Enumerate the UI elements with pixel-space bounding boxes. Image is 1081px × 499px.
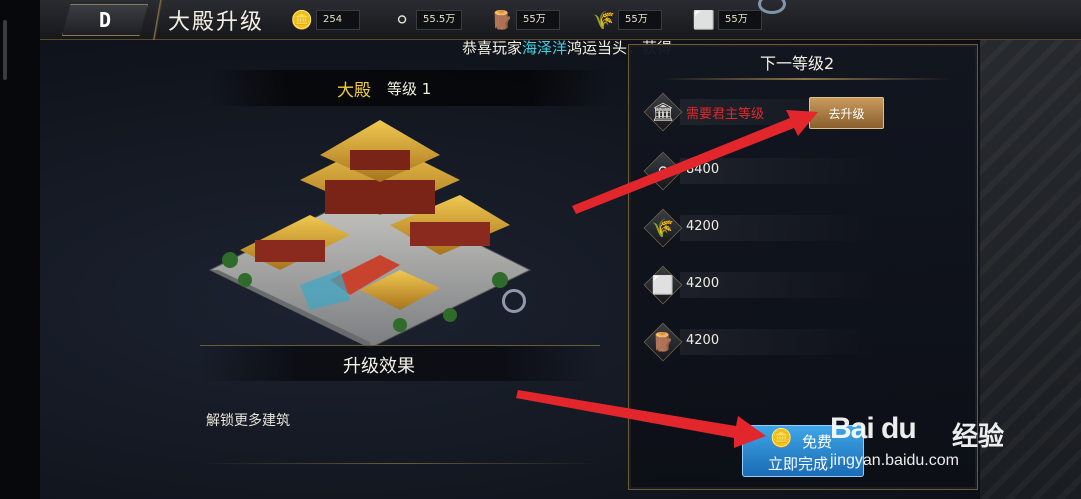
screen-edge <box>0 0 40 499</box>
resource-value: 55万 <box>718 10 762 30</box>
resource-value: 55万 <box>618 10 662 30</box>
requirement-row: ⚪ 8400 <box>643 151 880 191</box>
requirement-text: 8400 <box>686 162 720 177</box>
divider <box>200 463 600 464</box>
resource-value: 55万 <box>516 10 560 30</box>
iron-icon: ⬜ <box>692 9 716 31</box>
resource-wood[interactable]: 🪵 55万 <box>488 7 560 33</box>
resource-value: 55.5万 <box>416 10 463 30</box>
lord-level-icon: 🏛 <box>651 101 675 123</box>
gold-ingot-icon: 🪙 <box>290 9 314 31</box>
effect-title: 升级效果 <box>343 356 415 377</box>
loading-spinner-icon <box>758 0 786 14</box>
resource-food[interactable]: 🌾 55万 <box>590 7 662 33</box>
resource-value: 254 <box>316 10 360 30</box>
back-icon: D <box>98 8 112 32</box>
panel-divider <box>660 78 950 80</box>
page-title: 大殿升级 <box>168 10 265 35</box>
requirement-row: ⬜ 4200 <box>643 265 880 305</box>
iron-icon: ⬜ <box>651 274 675 296</box>
resource-silver[interactable]: ⚪ 55.5万 <box>388 7 463 33</box>
panel-title: 下一等级2 <box>760 54 835 73</box>
watermark-cn: 经验 <box>952 422 1005 452</box>
requirement-text: 4200 <box>686 276 720 291</box>
edge-handle <box>3 20 7 80</box>
notice-player[interactable]: 海泽洋 <box>522 39 567 57</box>
food-icon: 🌾 <box>651 217 675 239</box>
palace-illustration <box>208 120 532 349</box>
silver-icon: ⚪ <box>655 160 671 182</box>
building-level: 等级 1 <box>387 80 432 98</box>
requirement-text: 需要君主等级 <box>686 107 765 122</box>
effect-description: 解锁更多建筑 <box>206 413 290 429</box>
gold-ingot-icon: 🪙 <box>770 428 793 449</box>
requirement-row: 🌾 4200 <box>643 208 880 248</box>
touch-indicator-icon <box>502 289 526 313</box>
go-upgrade-button[interactable]: 去升级 <box>809 97 884 129</box>
requirement-row: 🪵 4200 <box>643 322 880 362</box>
wood-icon: 🪵 <box>490 9 514 31</box>
back-button[interactable]: D <box>62 4 148 36</box>
building-name: 大殿 <box>337 81 371 101</box>
top-bar: D 大殿升级 🪙 254 ⚪ 55.5万 🪵 55万 🌾 55万 ⬜ 55万 <box>40 0 1081 40</box>
baidu-logo: Bai du <box>830 412 917 445</box>
silver-coin-icon: ⚪ <box>394 9 410 31</box>
finish-free-label: 免费 <box>802 433 833 451</box>
finish-label: 立即完成 <box>768 455 829 473</box>
resource-gold[interactable]: 🪙 254 <box>288 7 360 33</box>
title-divider <box>152 0 164 40</box>
food-icon: 🌾 <box>592 9 616 31</box>
resource-iron[interactable]: ⬜ 55万 <box>690 7 762 33</box>
watermark-url: jingyan.baidu.com <box>830 452 959 469</box>
requirement-text: 4200 <box>686 333 720 348</box>
wood-icon: 🪵 <box>651 331 675 353</box>
requirement-text: 4200 <box>686 219 720 234</box>
notice-prefix: 恭喜玩家 <box>462 39 523 57</box>
